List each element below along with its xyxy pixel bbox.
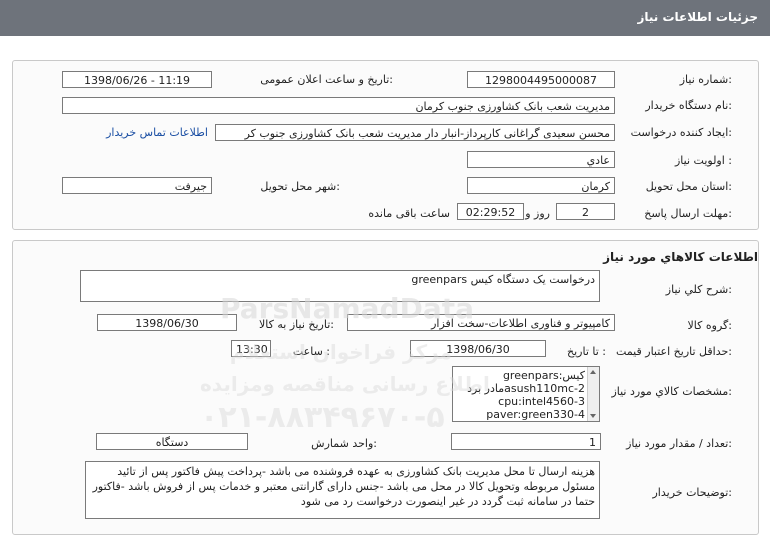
- buyer-notes-field: هزینه ارسال تا محل مدیریت بانک کشاورزی ب…: [85, 461, 600, 519]
- validity-date-field: 1398/06/30: [410, 340, 546, 357]
- description-label: شرح کلي نياز:: [665, 283, 732, 296]
- priority-label: اولویت نیاز :: [674, 154, 732, 167]
- goods-section-title: اطلاعات کالاهاي مورد نياز: [603, 250, 758, 264]
- scroll-up-icon[interactable]: [590, 370, 596, 374]
- spec-line: paver:green330-4: [486, 408, 585, 421]
- goods-group-label: گروه کالا:: [687, 319, 732, 332]
- need-number-field: 1298004495000087: [467, 71, 615, 88]
- spec-line: cpu:intel4560-3: [498, 395, 585, 408]
- announce-date-label: تاریخ و ساعت اعلان عمومی:: [260, 73, 393, 86]
- until-date-label: تا تاریخ :: [567, 345, 606, 358]
- buyer-contact-link[interactable]: اطلاعات تماس خریدار: [106, 126, 208, 139]
- city-field: جیرفت: [62, 177, 212, 194]
- days-text: روز و: [525, 207, 550, 220]
- buyer-label: نام دستگاه خریدار:: [645, 99, 732, 112]
- hour-label: ساعت :: [292, 345, 330, 358]
- validity-time-field: 13:30: [231, 340, 271, 357]
- unit-label: واحد شمارش:: [311, 437, 377, 450]
- goods-group-field: کامپیوتر و فناوری اطلاعات-سخت افزار: [347, 314, 615, 331]
- priority-field: عادي: [467, 151, 615, 168]
- buyer-notes-label: توضیحات خریدار:: [652, 486, 733, 499]
- city-label: شهر محل تحویل:: [260, 180, 340, 193]
- unit-field: دستگاه: [96, 433, 248, 450]
- creator-label: ایجاد کننده درخواست:: [630, 126, 732, 139]
- need-date-label: تاریخ نیاز به کالا:: [259, 318, 334, 331]
- province-label: استان محل تحویل:: [645, 180, 732, 193]
- deadline-label: مهلت ارسال پاسخ:: [644, 207, 732, 220]
- price-validity-label: حداقل تاریخ اعتبار قیمت:: [616, 345, 732, 358]
- spec-line: کیس:greenpars: [502, 369, 585, 382]
- days-field: 2: [556, 203, 615, 220]
- quantity-field: 1: [451, 433, 601, 450]
- spec-line: asush110mc-2مادر برد: [467, 382, 585, 395]
- scroll-down-icon[interactable]: [590, 414, 596, 418]
- page-header: جزئیات اطلاعات نیاز: [0, 0, 770, 36]
- time-remaining-field: 02:29:52: [457, 203, 524, 220]
- buyer-field: مدیریت شعب بانک کشاورزی جنوب کرمان: [62, 97, 615, 114]
- specs-field: کیس:greenpars asush110mc-2مادر برد cpu:i…: [452, 366, 600, 422]
- remaining-text: ساعت باقی مانده: [368, 207, 450, 220]
- page-title: جزئیات اطلاعات نیاز: [637, 10, 758, 24]
- specs-label: مشخصات کالاي مورد نياز:: [611, 385, 732, 398]
- quantity-label: تعداد / مقدار مورد نیاز:: [626, 437, 732, 450]
- specs-scrollbar[interactable]: [587, 367, 599, 421]
- need-date-field: 1398/06/30: [97, 314, 237, 331]
- creator-field: محسن سعیدی گراغانی کارپرداز-انبار دار مد…: [215, 124, 615, 141]
- need-number-label: شماره نیاز:: [679, 73, 732, 86]
- announce-date-field: 1398/06/26 - 11:19: [62, 71, 212, 88]
- description-field: درخواست یک دستگاه کیس greenpars: [80, 270, 600, 302]
- province-field: کرمان: [467, 177, 615, 194]
